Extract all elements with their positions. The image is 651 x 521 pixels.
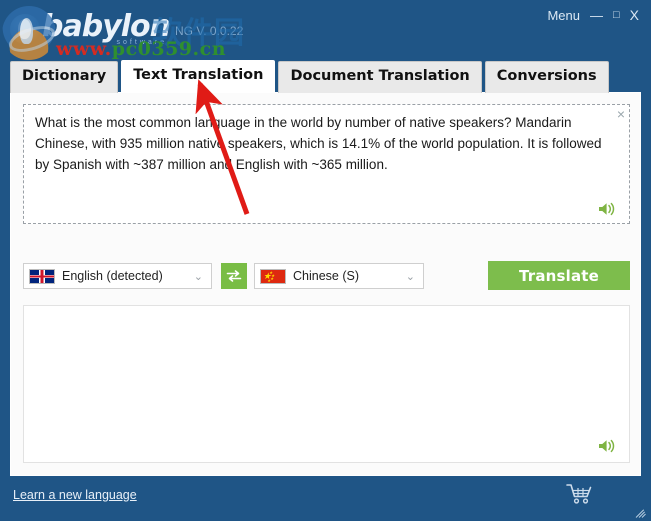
logo-text: babylon software: [42, 9, 171, 47]
source-speaker-icon[interactable]: [598, 201, 617, 217]
tab-document-translation[interactable]: Document Translation: [278, 61, 482, 93]
learn-a-new-language-link[interactable]: Learn a new language: [13, 488, 137, 502]
tab-bar: Dictionary Text Translation Document Tra…: [10, 60, 609, 93]
chevron-down-icon: ⌄: [193, 270, 203, 283]
logo-wordmark: babylon: [42, 9, 171, 44]
app-logo: babylon software: [10, 4, 171, 48]
menu-button[interactable]: Menu: [547, 9, 580, 22]
close-button[interactable]: X: [630, 8, 639, 22]
text-translation-panel: What is the most common language in the …: [10, 92, 641, 476]
babylon-logo-icon: [10, 14, 40, 44]
window-controls: Menu — □ X: [547, 8, 639, 22]
maximize-button[interactable]: □: [613, 9, 620, 21]
tab-dictionary[interactable]: Dictionary: [10, 61, 119, 93]
flag-star: ★: [267, 277, 271, 283]
translate-button[interactable]: Translate: [488, 261, 630, 290]
swap-languages-button[interactable]: [221, 263, 247, 289]
target-language-label: Chinese (S): [293, 269, 359, 283]
language-bar: English (detected) ⌄ ★ ★ ★ ★ ★ Chinese (…: [23, 261, 630, 290]
resize-grip-icon[interactable]: [634, 505, 648, 519]
source-language-select[interactable]: English (detected) ⌄: [23, 263, 212, 289]
shopping-cart-icon[interactable]: [565, 482, 593, 511]
footer-bar: Learn a new language: [0, 476, 651, 521]
result-text-area[interactable]: [23, 305, 630, 463]
tab-conversions[interactable]: Conversions: [484, 61, 609, 93]
china-flag-icon: ★ ★ ★ ★ ★: [260, 268, 286, 284]
uk-flag-icon: [29, 268, 55, 284]
version-label: NG V. 0.0.22: [175, 24, 244, 38]
target-language-select[interactable]: ★ ★ ★ ★ ★ Chinese (S) ⌄: [254, 263, 424, 289]
tab-text-translation[interactable]: Text Translation: [121, 60, 276, 93]
source-text-area[interactable]: What is the most common language in the …: [23, 104, 630, 224]
result-speaker-icon[interactable]: [598, 438, 617, 454]
babylon-translator-window: babylon software NG V. 0.0.22 Menu — □ X…: [0, 0, 651, 521]
title-bar: babylon software NG V. 0.0.22 Menu — □ X: [0, 0, 651, 58]
clear-source-icon[interactable]: ×: [617, 107, 625, 121]
source-text[interactable]: What is the most common language in the …: [35, 112, 603, 175]
source-language-label: English (detected): [62, 269, 163, 283]
swap-arrows-icon: [226, 270, 242, 282]
minimize-button[interactable]: —: [590, 9, 603, 22]
chevron-down-icon: ⌄: [405, 270, 415, 283]
